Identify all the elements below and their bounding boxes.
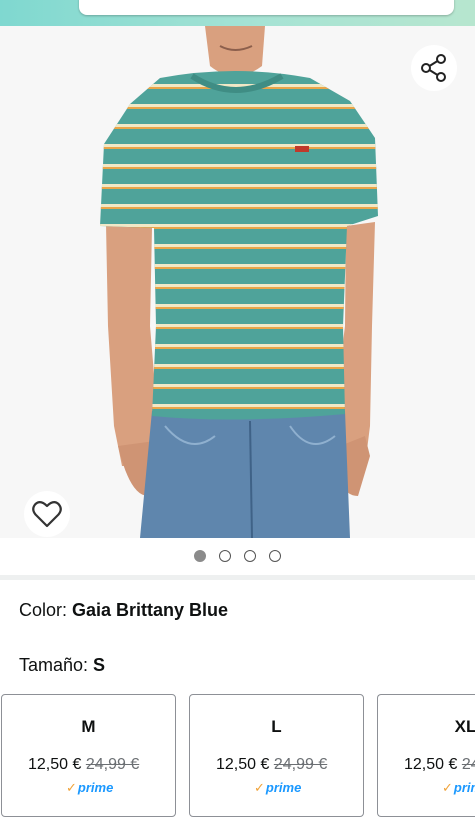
current-price: 12,50 € bbox=[404, 756, 458, 773]
shirt-stripe bbox=[100, 164, 378, 167]
shirt-stripe bbox=[100, 107, 378, 109]
current-price: 12,50 € bbox=[216, 756, 270, 773]
size-option-label: XL bbox=[454, 717, 475, 736]
size-label: Tamaño: bbox=[19, 655, 94, 675]
section-divider bbox=[0, 575, 475, 580]
shirt-stripe bbox=[100, 127, 378, 129]
shirt-stripe bbox=[100, 84, 378, 87]
prime-badge: ✓prime bbox=[442, 780, 475, 796]
old-price: 24,99 € bbox=[85, 756, 140, 773]
shirt-stripe bbox=[100, 184, 378, 187]
color-value: Gaia Brittany Blue bbox=[72, 600, 229, 620]
prime-check-icon: ✓ bbox=[66, 780, 77, 795]
size-options: M 12,50 € 24,99 € ✓prime L 12,50 € 24,99… bbox=[0, 694, 475, 818]
heart-icon bbox=[32, 501, 62, 528]
size-value: S bbox=[93, 655, 106, 675]
old-price: 24,99 € bbox=[461, 756, 475, 773]
product-image-gallery[interactable] bbox=[0, 26, 475, 538]
shirt-stripe bbox=[100, 204, 378, 207]
carousel-dot[interactable] bbox=[219, 550, 231, 562]
shirt-stripe bbox=[100, 104, 378, 107]
prime-text: prime bbox=[453, 780, 475, 795]
size-option-price: 12,50 € 24,99 € bbox=[216, 756, 327, 774]
search-input[interactable] bbox=[79, 0, 454, 15]
size-option-price: 12,50 € 24,99 € bbox=[28, 756, 139, 774]
prime-check-icon: ✓ bbox=[254, 780, 265, 795]
prime-check-icon: ✓ bbox=[442, 780, 453, 795]
share-button[interactable] bbox=[411, 45, 457, 91]
share-icon bbox=[421, 54, 446, 82]
shirt-stripe bbox=[100, 207, 378, 209]
size-option-label: L bbox=[271, 717, 282, 736]
prime-text: prime bbox=[77, 780, 114, 795]
prime-badge: ✓prime bbox=[254, 780, 301, 796]
shirt-stripe bbox=[100, 144, 378, 147]
size-row: Tamaño: S bbox=[19, 655, 105, 676]
shirt-stripe bbox=[100, 224, 378, 227]
product-image bbox=[100, 26, 378, 538]
size-option-xl[interactable]: XL 12,50 € 24,99 € ✓prime bbox=[377, 694, 475, 817]
carousel-dot[interactable] bbox=[194, 550, 206, 562]
size-option-m[interactable]: M 12,50 € 24,99 € ✓prime bbox=[1, 694, 176, 817]
carousel-dots bbox=[0, 550, 475, 562]
carousel-dot[interactable] bbox=[269, 550, 281, 562]
size-option-label: M bbox=[81, 717, 96, 736]
prime-badge: ✓prime bbox=[66, 780, 113, 796]
prime-text: prime bbox=[265, 780, 302, 795]
color-row: Color: Gaia Brittany Blue bbox=[19, 600, 228, 621]
old-price: 24,99 € bbox=[273, 756, 328, 773]
shirt-stripe bbox=[100, 187, 378, 189]
current-price: 12,50 € bbox=[28, 756, 82, 773]
shirt-stripe bbox=[100, 124, 378, 127]
wishlist-button[interactable] bbox=[24, 491, 70, 537]
shirt-stripe bbox=[100, 167, 378, 169]
top-search-bar bbox=[0, 0, 475, 26]
size-option-price: 12,50 € 24,99 € bbox=[404, 756, 475, 774]
size-option-l[interactable]: L 12,50 € 24,99 € ✓prime bbox=[189, 694, 364, 817]
carousel-dot[interactable] bbox=[244, 550, 256, 562]
shirt-stripe bbox=[100, 147, 378, 149]
color-label: Color: bbox=[19, 600, 73, 620]
